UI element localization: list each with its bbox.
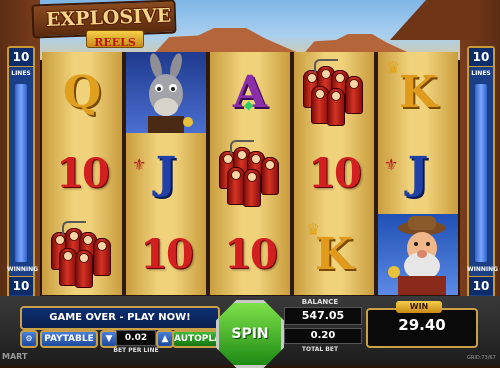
symbol-ten: 10: [42, 133, 122, 214]
symbol-j: ⚜ J: [378, 133, 458, 214]
symbol-dynamite: [294, 52, 374, 133]
donkey-icon: [126, 52, 206, 133]
symbol-ten-text: 10: [56, 150, 110, 197]
win-value: 29.40: [398, 316, 446, 334]
reel-3: A ◆ 10: [210, 52, 290, 295]
symbol-ten: 10: [210, 214, 290, 295]
lines-track-right: [475, 84, 487, 262]
settings-icon: ⚙: [25, 334, 33, 343]
game-logo: EXPLOSIVE REELS: [31, 0, 182, 49]
logo-subtitle: REELS: [94, 36, 136, 49]
total-bet-label: TOTAL BET: [301, 346, 339, 353]
symbol-j: ⚜ J: [126, 133, 206, 214]
symbol-j-letter: J: [155, 147, 177, 199]
reel-1: Q 10: [42, 52, 122, 295]
symbol-prospector: [378, 214, 458, 295]
crown-icon: ♛: [386, 58, 401, 77]
winning-count-left: 10: [9, 276, 33, 295]
arrow-down-icon: ▼: [105, 334, 113, 344]
dynamite-icon: [299, 58, 369, 126]
lines-caption-left: LINES: [11, 70, 31, 77]
symbol-dynamite: [210, 133, 290, 214]
win-display: 29.40: [366, 308, 478, 348]
symbol-ten: 10: [294, 133, 374, 214]
symbol-k-letter: K: [314, 228, 354, 280]
paytable-button[interactable]: PAYTABLE: [40, 330, 98, 348]
symbol-donkey: [126, 52, 206, 133]
reel-grid: Q 10 ⚜ J 10 A ◆ 10 10 ♛ K ♛ K ⚜ J: [42, 52, 458, 295]
symbol-q-letter: Q: [62, 66, 102, 118]
lines-count-left: 10: [9, 48, 33, 67]
prospector-icon: [378, 214, 458, 295]
fleur-icon: ⚜: [132, 155, 147, 174]
game-message: GAME OVER - PLAY NOW!: [20, 306, 220, 330]
lines-caption-right: LINES: [471, 70, 491, 77]
symbol-dynamite: [42, 214, 122, 295]
total-bet-value: 0.20: [284, 328, 362, 344]
symbol-ten-text: 10: [140, 231, 194, 278]
symbol-k: ♛ K: [378, 52, 458, 133]
logo-ribbon: REELS: [86, 30, 144, 49]
lines-track-left: [15, 84, 27, 262]
autoplay-button[interactable]: AUTOPLAY: [172, 330, 227, 348]
bet-per-line-label: BET PER LINE: [113, 347, 159, 354]
symbol-a: A ◆: [210, 52, 290, 133]
lines-indicator-right: 10 LINES WINNING 10: [467, 46, 499, 300]
crown-icon: ♛: [306, 220, 321, 239]
win-label: WIN: [396, 301, 442, 313]
symbol-k-letter: K: [398, 66, 438, 118]
fleur-icon: ⚜: [384, 155, 399, 174]
winning-caption-left: WINNING: [7, 266, 39, 273]
winning-count-right: 10: [469, 276, 493, 295]
dynamite-icon: [215, 139, 285, 207]
lines-indicator-left: 10 LINES WINNING 10: [7, 46, 39, 300]
brand-logo: MART: [2, 352, 28, 361]
winning-caption-right: WINNING: [467, 266, 499, 273]
symbol-ten: 10: [126, 214, 206, 295]
dynamite-icon: [47, 220, 117, 288]
symbol-k: ♛ K: [294, 214, 374, 295]
gem-icon: ◆: [244, 98, 254, 112]
spin-button[interactable]: SPIN: [216, 300, 284, 368]
game-id: GRID:73/67: [467, 355, 496, 361]
logo-title: EXPLOSIVE: [45, 4, 172, 32]
lines-count-right: 10: [469, 48, 493, 67]
balance-label: BALANCE: [301, 298, 339, 306]
reel-5: ♛ K ⚜ J: [378, 52, 458, 295]
bet-per-line-value: 0.02: [116, 330, 156, 346]
reel-4: 10 ♛ K: [294, 52, 374, 295]
arrow-up-icon: ▲: [161, 334, 169, 344]
symbol-q: Q: [42, 52, 122, 133]
symbol-j-letter: J: [407, 147, 429, 199]
reel-2: ⚜ J 10: [126, 52, 206, 295]
symbol-ten-text: 10: [224, 231, 278, 278]
settings-button[interactable]: ⚙: [20, 330, 38, 348]
balance-value: 547.05: [284, 307, 362, 325]
symbol-ten-text: 10: [308, 150, 362, 197]
